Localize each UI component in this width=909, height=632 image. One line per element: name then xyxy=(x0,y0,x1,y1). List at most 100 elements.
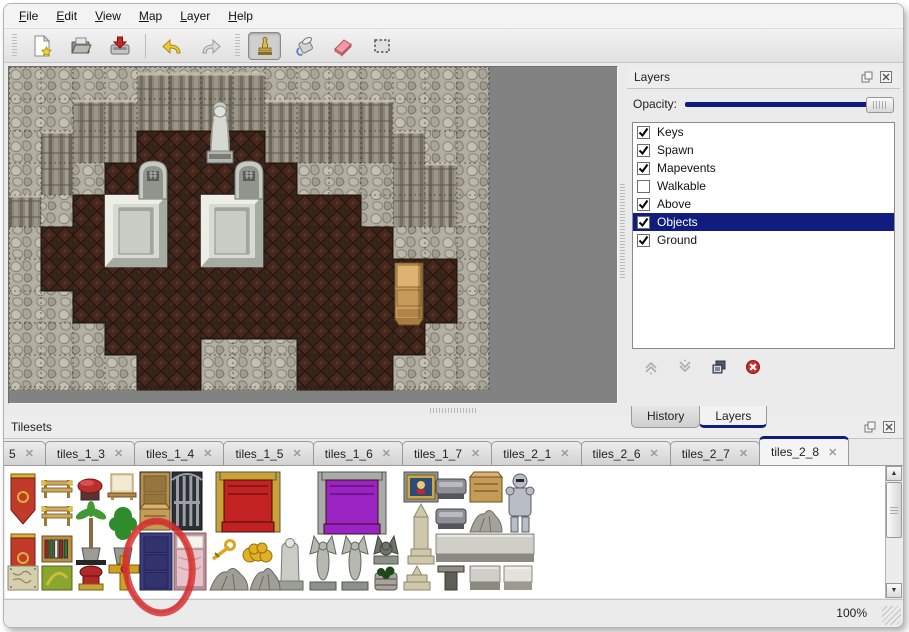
tile-demon-statue[interactable] xyxy=(374,536,398,564)
new-map-button[interactable] xyxy=(25,32,58,60)
tile-gargoyle-statue-1[interactable] xyxy=(310,536,336,590)
scrollbar-thumb[interactable] xyxy=(886,482,902,538)
tileset-tab-tiles_1_5[interactable]: tiles_1_5✕ xyxy=(223,441,313,465)
close-tab-icon[interactable]: ✕ xyxy=(650,447,659,460)
move-layer-up-button[interactable] xyxy=(640,357,662,377)
tileset-tab-tiles_2_1[interactable]: tiles_2_1✕ xyxy=(491,441,581,465)
tile-hooded-statue[interactable] xyxy=(277,539,303,591)
tileset-tab-tiles_2_6[interactable]: tiles_2_6✕ xyxy=(581,441,671,465)
layer-row-walkable[interactable]: Walkable xyxy=(633,177,894,195)
stamp-tool-button[interactable] xyxy=(248,32,281,60)
resize-grip[interactable] xyxy=(882,606,901,625)
open-button[interactable] xyxy=(64,32,97,60)
tab-history[interactable]: History xyxy=(631,406,700,428)
redo-button[interactable] xyxy=(194,32,227,60)
float-tilesets-button[interactable] xyxy=(863,420,877,434)
menu-help[interactable]: Help xyxy=(219,6,262,26)
tile-king-portrait[interactable] xyxy=(404,472,438,502)
tile-stone-ledge[interactable] xyxy=(436,534,534,562)
tile-pink-bed[interactable] xyxy=(174,533,206,590)
opacity-slider-track[interactable] xyxy=(685,102,892,107)
menu-map[interactable]: Map xyxy=(130,6,171,26)
tile-stone-ledge-2[interactable] xyxy=(470,566,500,590)
tile-loom-2[interactable] xyxy=(42,506,73,526)
scrollbar-down-button[interactable]: ▼ xyxy=(886,583,902,598)
select-tool-button[interactable] xyxy=(365,32,398,60)
layer-row-ground[interactable]: Ground xyxy=(633,231,894,249)
move-layer-down-button[interactable] xyxy=(674,357,696,377)
tileset-tab-tiles_2_7[interactable]: tiles_2_7✕ xyxy=(670,441,760,465)
opacity-slider[interactable] xyxy=(685,96,894,112)
tile-purple-throne[interactable] xyxy=(318,472,386,534)
tile-loom[interactable] xyxy=(42,480,73,498)
tile-wooden-crate[interactable] xyxy=(470,472,502,502)
close-tab-icon[interactable]: ✕ xyxy=(382,447,391,460)
toolbar-drag-handle-2[interactable] xyxy=(235,34,240,58)
tileset-tab-tiles_1_3[interactable]: tiles_1_3✕ xyxy=(45,441,135,465)
close-tab-icon[interactable]: ✕ xyxy=(739,447,748,460)
tile-palm-plant[interactable] xyxy=(74,501,108,564)
layer-checkbox[interactable] xyxy=(637,162,650,175)
tile-red-throne[interactable] xyxy=(216,472,280,532)
undo-button[interactable] xyxy=(155,32,188,60)
close-tab-icon[interactable]: ✕ xyxy=(203,447,212,460)
tile-rock-mound-2[interactable] xyxy=(250,568,280,590)
tileset-tab-tiles_1_4[interactable]: tiles_1_4✕ xyxy=(134,441,224,465)
close-tab-icon[interactable]: ✕ xyxy=(114,447,123,460)
map-canvas-art[interactable] xyxy=(9,67,491,391)
close-tab-icon[interactable]: ✕ xyxy=(828,446,837,459)
layer-row-objects[interactable]: Objects xyxy=(633,213,894,231)
layer-checkbox[interactable] xyxy=(637,144,650,157)
layer-checkbox[interactable] xyxy=(637,198,650,211)
layer-checkbox[interactable] xyxy=(637,180,650,193)
tab-layers[interactable]: Layers xyxy=(699,406,767,428)
scrollbar-up-button[interactable]: ▲ xyxy=(886,466,902,481)
float-panel-button[interactable] xyxy=(860,70,874,84)
tile-red-banner[interactable] xyxy=(11,474,35,524)
tile-bookshelf[interactable] xyxy=(42,536,72,562)
layer-row-keys[interactable]: Keys xyxy=(633,123,894,141)
tile-gold-scepter[interactable] xyxy=(213,541,235,560)
tile-red-podium[interactable] xyxy=(76,560,106,590)
tile-obelisk-small[interactable] xyxy=(404,566,430,590)
tileset-tab-tiles_1_7[interactable]: tiles_1_7✕ xyxy=(402,441,492,465)
tile-potted-plant[interactable] xyxy=(109,507,137,564)
tile-stone-pillar[interactable] xyxy=(438,566,464,590)
close-tilesets-button[interactable] xyxy=(882,420,896,434)
eraser-tool-button[interactable] xyxy=(326,32,359,60)
menu-layer[interactable]: Layer xyxy=(171,6,219,26)
close-tab-icon[interactable]: ✕ xyxy=(560,447,569,460)
vertical-splitter-grip[interactable] xyxy=(620,184,625,280)
close-panel-button[interactable] xyxy=(879,70,893,84)
layer-checkbox[interactable] xyxy=(637,234,650,247)
tile-wooden-dresser[interactable] xyxy=(140,504,170,530)
tile-purple-door[interactable] xyxy=(140,533,172,590)
tile-stone-ledge-3[interactable] xyxy=(504,566,532,590)
tileset-scrollbar[interactable]: ▲ ▼ xyxy=(885,466,902,598)
tile-parchment[interactable] xyxy=(8,566,38,590)
menu-view[interactable]: View xyxy=(86,6,130,26)
vertical-splitter[interactable] xyxy=(618,66,627,404)
close-tab-icon[interactable]: ✕ xyxy=(292,447,301,460)
layer-row-mapevents[interactable]: Mapevents xyxy=(633,159,894,177)
layer-row-spawn[interactable]: Spawn xyxy=(633,141,894,159)
tile-vanity-mirror[interactable] xyxy=(108,474,136,500)
tile-rock-mound[interactable] xyxy=(210,568,248,590)
duplicate-layer-button[interactable] xyxy=(708,357,730,377)
save-button[interactable] xyxy=(103,32,136,60)
toolbar-drag-handle[interactable] xyxy=(12,34,17,58)
horizontal-splitter[interactable] xyxy=(4,404,903,416)
tile-obelisk[interactable] xyxy=(408,504,434,564)
fill-tool-button[interactable] xyxy=(287,32,320,60)
tileset-tiles[interactable] xyxy=(5,466,865,598)
layer-checkbox[interactable] xyxy=(637,126,650,139)
opacity-slider-handle[interactable] xyxy=(866,97,894,113)
tile-iron-gate[interactable] xyxy=(172,472,202,530)
tile-stone-planter[interactable] xyxy=(375,567,397,591)
tile-gold-pile[interactable] xyxy=(243,543,272,562)
tile-green-flag[interactable] xyxy=(42,566,72,590)
close-tab-icon[interactable]: ✕ xyxy=(471,447,480,460)
tile-armor-rubble[interactable] xyxy=(470,510,502,532)
tile-gray-couch-2[interactable] xyxy=(436,509,466,529)
tile-gray-couch[interactable] xyxy=(436,479,466,499)
